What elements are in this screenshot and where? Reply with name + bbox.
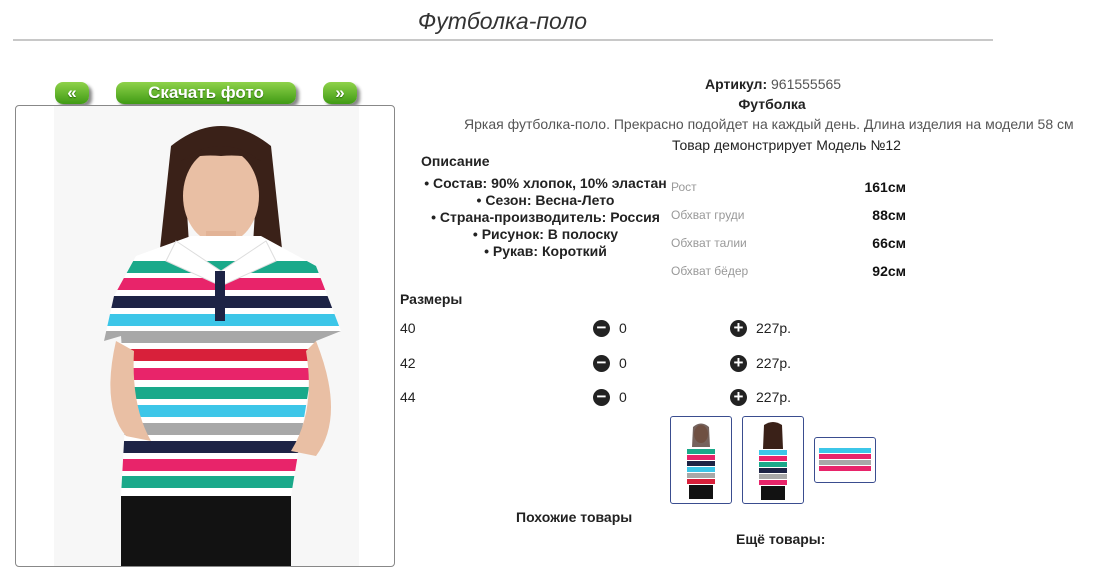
- page-title: Футболка-поло: [417, 8, 588, 34]
- measure-label-hips: Обхват бёдер: [671, 264, 749, 278]
- size-label: 44: [400, 389, 416, 405]
- thumbnail-front-image: [687, 423, 715, 499]
- prev-photo-button[interactable]: «: [55, 82, 89, 104]
- size-qty: 0: [619, 320, 627, 336]
- model-note: Товар демонстрирует Модель №12: [672, 137, 901, 153]
- size-price: 227р.: [756, 355, 792, 371]
- thumbnail-fabric[interactable]: [814, 437, 876, 483]
- measure-value-chest: 88см: [872, 207, 906, 223]
- minus-circle-icon[interactable]: −: [593, 388, 610, 406]
- properties-list: • Состав: 90% хлопок, 10% эластан • Сезо…: [418, 175, 673, 260]
- minus-circle-icon[interactable]: −: [593, 319, 610, 337]
- measure-label-waist: Обхват талии: [671, 236, 747, 250]
- minus-circle-icon[interactable]: −: [593, 354, 610, 372]
- article-label: Артикул:: [705, 76, 768, 92]
- size-price: 227р.: [756, 389, 792, 405]
- size-price: 227р.: [756, 320, 792, 336]
- property-item: • Рукав: Короткий: [484, 243, 607, 259]
- model-photo-illustration: [54, 106, 359, 566]
- product-category: Футболка: [738, 96, 806, 112]
- similar-products-heading: Похожие товары: [516, 509, 633, 525]
- measure-value-hips: 92см: [872, 263, 906, 279]
- thumbnail-back[interactable]: [742, 416, 804, 504]
- product-description: Яркая футболка-поло. Прекрасно подойдет …: [464, 116, 1074, 132]
- plus-circle-icon[interactable]: +: [730, 319, 747, 337]
- property-item: • Страна-производитель: Россия: [431, 209, 660, 225]
- thumbnail-front[interactable]: [670, 416, 732, 504]
- product-photo[interactable]: [15, 105, 395, 567]
- size-qty: 0: [619, 389, 627, 405]
- thumbnail-back-image: [759, 422, 787, 500]
- description-heading: Описание: [421, 153, 490, 169]
- article-value: 961555565: [771, 76, 842, 92]
- next-photo-button[interactable]: »: [323, 82, 357, 104]
- sizes-heading: Размеры: [400, 291, 463, 307]
- size-label: 40: [400, 320, 416, 336]
- more-products-heading: Ещё товары:: [736, 531, 826, 547]
- thumbnail-fabric-image: [819, 448, 871, 471]
- measure-label-height: Рост: [671, 180, 697, 194]
- measure-label-chest: Обхват груди: [671, 208, 745, 222]
- title-divider: [13, 39, 993, 41]
- property-item: • Сезон: Весна-Лето: [476, 192, 615, 208]
- download-photo-button[interactable]: Скачать фото: [116, 82, 296, 104]
- measure-value-height: 161см: [864, 179, 906, 195]
- measure-value-waist: 66см: [872, 235, 906, 251]
- article-line: Артикул: 961555565: [705, 76, 841, 92]
- size-qty: 0: [619, 355, 627, 371]
- plus-circle-icon[interactable]: +: [730, 354, 747, 372]
- property-item: • Рисунок: В полоску: [472, 226, 619, 242]
- size-label: 42: [400, 355, 416, 371]
- property-item: • Состав: 90% хлопок, 10% эластан: [424, 175, 667, 191]
- plus-circle-icon[interactable]: +: [730, 388, 747, 406]
